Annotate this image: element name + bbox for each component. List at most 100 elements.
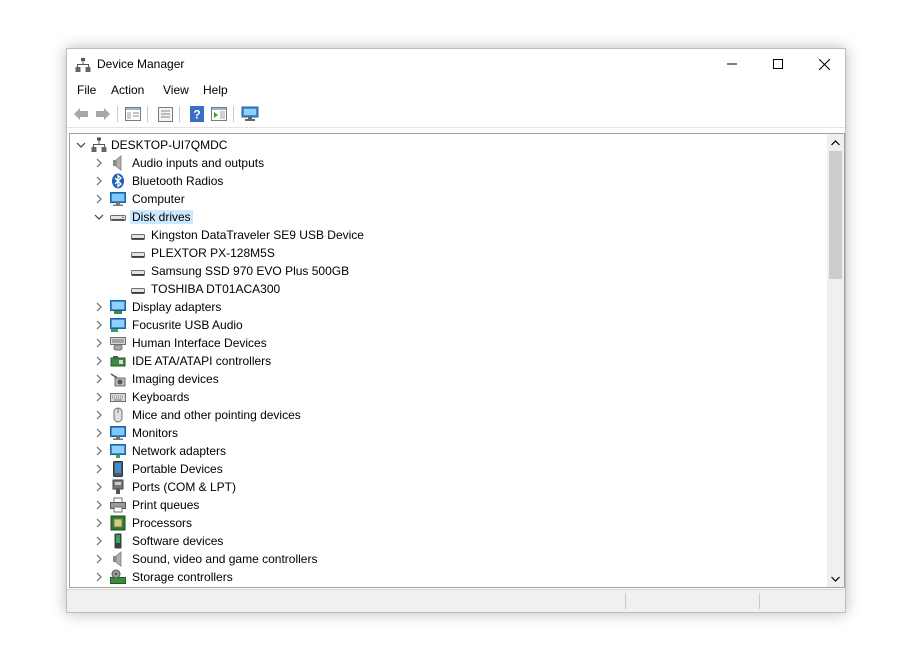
expand-toggle[interactable]	[92, 370, 106, 388]
tree-device-label: Kingston DataTraveler SE9 USB Device	[151, 228, 364, 242]
tree-category[interactable]: Display adapters	[70, 298, 825, 316]
help-button[interactable]: ?	[188, 105, 206, 123]
collapse-toggle[interactable]	[74, 136, 88, 154]
tree-category-label: Mice and other pointing devices	[132, 408, 301, 422]
software-device-icon	[110, 533, 126, 549]
keyboard-icon	[110, 389, 126, 405]
device-tree[interactable]: DESKTOP-UI7QMDC Audio inputs and outputs B…	[69, 133, 845, 588]
forward-button[interactable]	[94, 105, 112, 123]
tree-category-label: Keyboards	[132, 390, 190, 404]
tree-category[interactable]: Monitors	[70, 424, 825, 442]
tree-device[interactable]: Kingston DataTraveler SE9 USB Device	[70, 226, 825, 244]
tree-category[interactable]: System devices	[70, 586, 825, 587]
scan-hardware-changes-button[interactable]	[241, 105, 259, 123]
tree-root[interactable]: DESKTOP-UI7QMDC	[70, 136, 825, 154]
chevron-right-icon	[96, 500, 102, 510]
collapse-toggle[interactable]	[92, 208, 106, 226]
expand-toggle[interactable]	[92, 496, 106, 514]
expand-toggle[interactable]	[92, 424, 106, 442]
tree-category[interactable]: Sound, video and game controllers	[70, 550, 825, 568]
tree-category-label: Sound, video and game controllers	[132, 552, 318, 566]
expand-toggle[interactable]	[92, 172, 106, 190]
expand-toggle[interactable]	[92, 388, 106, 406]
tree-category-label: Human Interface Devices	[132, 336, 267, 350]
maximize-button[interactable]	[755, 49, 801, 79]
expand-toggle[interactable]	[92, 568, 106, 586]
title-bar[interactable]: Device Manager	[67, 49, 845, 79]
chevron-right-icon	[96, 194, 102, 204]
tree-category[interactable]: Network adapters	[70, 442, 825, 460]
ide-controller-icon	[110, 353, 126, 369]
printer-icon	[110, 497, 126, 513]
scroll-up-button[interactable]	[827, 134, 844, 151]
tree-device[interactable]: PLEXTOR PX-128M5S	[70, 244, 825, 262]
tree-device[interactable]: Samsung SSD 970 EVO Plus 500GB	[70, 262, 825, 280]
tree-category[interactable]: Ports (COM & LPT)	[70, 478, 825, 496]
tree-category[interactable]: Imaging devices	[70, 370, 825, 388]
chevron-right-icon	[96, 302, 102, 312]
scroll-up-icon	[831, 139, 840, 145]
tree-category-label: Disk drives	[130, 210, 193, 224]
expand-toggle[interactable]	[92, 298, 106, 316]
expand-toggle[interactable]	[92, 514, 106, 532]
expand-toggle[interactable]	[92, 406, 106, 424]
back-button[interactable]	[72, 105, 90, 123]
tree-category[interactable]: Audio inputs and outputs	[70, 154, 825, 172]
expand-toggle[interactable]	[92, 190, 106, 208]
tree-category[interactable]: Mice and other pointing devices	[70, 406, 825, 424]
status-divider	[759, 593, 760, 609]
tree-category[interactable]: Software devices	[70, 532, 825, 550]
chevron-right-icon	[96, 536, 102, 546]
action-pane-icon	[211, 107, 227, 121]
tree-category[interactable]: Bluetooth Radios	[70, 172, 825, 190]
close-button[interactable]	[801, 49, 845, 79]
minimize-button[interactable]	[709, 49, 755, 79]
camera-icon	[110, 371, 126, 387]
expand-toggle[interactable]	[92, 352, 106, 370]
drive-item-icon	[130, 227, 146, 243]
tree-category[interactable]: Keyboards	[70, 388, 825, 406]
tree-category[interactable]: Print queues	[70, 496, 825, 514]
expand-toggle[interactable]	[92, 478, 106, 496]
expand-toggle[interactable]	[92, 334, 106, 352]
tree-category[interactable]: Processors	[70, 514, 825, 532]
tree-category-label: Bluetooth Radios	[132, 174, 224, 188]
expand-toggle[interactable]	[92, 460, 106, 478]
tree-category[interactable]: Storage controllers	[70, 568, 825, 586]
expand-toggle[interactable]	[92, 316, 106, 334]
audio-device-icon	[110, 317, 126, 333]
scroll-down-icon	[831, 576, 840, 582]
tree-category-label: Ports (COM & LPT)	[132, 480, 237, 494]
tree-category[interactable]: Portable Devices	[70, 460, 825, 478]
expand-toggle[interactable]	[92, 550, 106, 568]
expand-toggle[interactable]	[92, 586, 106, 587]
tree-category[interactable]: IDE ATA/ATAPI controllers	[70, 352, 825, 370]
tree-device[interactable]: TOSHIBA DT01ACA300	[70, 280, 825, 298]
properties-button[interactable]	[156, 105, 174, 123]
show-hide-console-tree-icon	[125, 107, 141, 121]
tree-category[interactable]: Focusrite USB Audio	[70, 316, 825, 334]
menu-help[interactable]: Help	[203, 83, 228, 97]
vertical-scrollbar[interactable]	[827, 134, 844, 587]
chevron-right-icon	[96, 464, 102, 474]
show-hide-console-tree-button[interactable]	[124, 105, 142, 123]
tree-category[interactable]: Computer	[70, 190, 825, 208]
scroll-down-button[interactable]	[827, 570, 844, 587]
expand-toggle[interactable]	[92, 532, 106, 550]
tree-category[interactable]: Disk drives	[70, 208, 825, 226]
drive-item-icon	[130, 245, 146, 261]
tree-category[interactable]: Human Interface Devices	[70, 334, 825, 352]
action-pane-button[interactable]	[210, 105, 228, 123]
network-adapter-icon	[110, 443, 126, 459]
desktop-computer-icon	[91, 137, 107, 153]
port-icon	[110, 479, 126, 495]
scroll-thumb[interactable]	[829, 151, 842, 279]
menu-action[interactable]: Action	[111, 83, 144, 97]
expand-toggle[interactable]	[92, 154, 106, 172]
toolbar-separator	[147, 106, 148, 122]
scan-hardware-changes-icon	[241, 106, 259, 121]
hid-icon	[110, 335, 126, 351]
menu-file[interactable]: File	[77, 83, 96, 97]
expand-toggle[interactable]	[92, 442, 106, 460]
menu-view[interactable]: View	[163, 83, 189, 97]
